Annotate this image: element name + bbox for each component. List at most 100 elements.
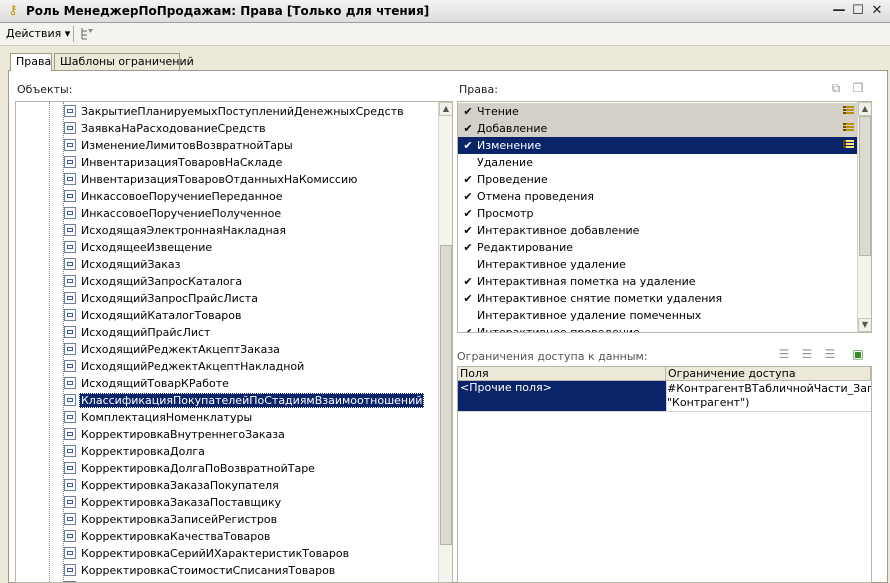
right-item[interactable]: ✔ Изменение: [458, 137, 858, 154]
tree-item[interactable]: КорректировкаСтоимостиСписанияТоваров: [16, 562, 436, 579]
tree-item[interactable]: КорректировкаЗаказаПоставщику: [16, 494, 436, 511]
restriction-cell-line2[interactable]: "Контрагент"): [667, 396, 749, 410]
column-header-fields[interactable]: Поля: [458, 367, 666, 381]
checkbox-checked[interactable]: ✔: [462, 103, 474, 120]
right-item[interactable]: ✔ Интерактивное снятие пометки удаления: [458, 290, 858, 307]
checkbox-checked[interactable]: ✔: [462, 273, 474, 290]
right-item[interactable]: ✔ Редактирование: [458, 239, 858, 256]
tree-item[interactable]: КлассификацияПокупателейПоСтадиямВзаимоо…: [16, 392, 436, 409]
checkbox-checked[interactable]: ✔: [462, 188, 474, 205]
tree-item[interactable]: ИсходящаяЭлектроннаяНакладная: [16, 222, 436, 239]
tree-item[interactable]: ИсходящийЗаказ: [16, 256, 436, 273]
scroll-up-button[interactable]: ▲: [439, 102, 452, 116]
tree-item[interactable]: КорректировкаКачестваТоваров: [16, 528, 436, 545]
right-item[interactable]: ✔ Интерактивное добавление: [458, 222, 858, 239]
rights-list[interactable]: ✔ Чтение ✔ Добавление ✔ Изменение Удаление ✔ Про…: [457, 101, 872, 333]
right-item[interactable]: ✔ Просмотр: [458, 205, 858, 222]
actions-menu[interactable]: Действия ▾: [6, 26, 70, 42]
tree-item[interactable]: КомплектацияНоменклатуры: [16, 409, 436, 426]
tree-item[interactable]: ЗаявкаНаРасходованиеСредств: [16, 120, 436, 137]
right-item-label: Удаление: [477, 156, 533, 169]
tree-item[interactable]: ИсходящийКаталогТоваров: [16, 307, 436, 324]
add-row-icon[interactable]: ☰: [776, 346, 792, 362]
objects-scrollbar[interactable]: ▲: [438, 102, 452, 582]
tree-item[interactable]: ИсходящийРеджектАкцептЗаказа: [16, 341, 436, 358]
minimize-button[interactable]: —: [831, 3, 847, 19]
checkbox-checked[interactable]: ✔: [462, 205, 474, 222]
tree-item[interactable]: КорректировкаЗаписейРегистров: [16, 511, 436, 528]
field-cell[interactable]: <Прочие поля>: [458, 381, 666, 411]
document-icon: [64, 105, 76, 117]
tree-item-label: КорректировкаСтоимостиСписанияТоваров: [81, 564, 336, 577]
rights-scrollbar[interactable]: ▲ ▼: [857, 102, 871, 332]
tree-item[interactable]: ИнвентаризацияТоваровОтданныхНаКомиссию: [16, 171, 436, 188]
right-item[interactable]: Интерактивное удаление помеченных: [458, 307, 858, 324]
tree-item[interactable]: ИсходящееИзвещение: [16, 239, 436, 256]
tab-restriction-templates[interactable]: Шаблоны ограничений: [54, 53, 194, 70]
right-item[interactable]: ✔ Чтение: [458, 103, 858, 120]
right-item-label: Добавление: [477, 122, 548, 135]
restriction-list-icon[interactable]: [843, 140, 854, 150]
document-icon: [64, 241, 76, 253]
close-button[interactable]: ✕: [869, 3, 885, 19]
scroll-thumb[interactable]: [859, 116, 871, 256]
edit-icon[interactable]: ▣: [850, 346, 866, 362]
right-item[interactable]: Удаление: [458, 154, 858, 171]
paste-rights-icon[interactable]: ❐: [850, 80, 866, 96]
tree-item[interactable]: ИзменениеЛимитовВозвратнойТары: [16, 137, 436, 154]
right-item-label: Чтение: [477, 105, 519, 118]
checkbox-checked[interactable]: ✔: [462, 290, 474, 307]
tree-item-label: ИсходящийРеджектАкцептНакладной: [81, 360, 305, 373]
right-item[interactable]: ✔ Проведение: [458, 171, 858, 188]
delete-row-icon[interactable]: ☰: [822, 346, 838, 362]
restriction-list-icon[interactable]: [843, 123, 854, 133]
checkbox-checked[interactable]: ✔: [462, 137, 474, 154]
checkbox-checked[interactable]: ✔: [462, 120, 474, 137]
right-item-label: Проведение: [477, 173, 548, 186]
right-item[interactable]: ✔ Интерактивная пометка на удаление: [458, 273, 858, 290]
tree-item[interactable]: ИнкассовоеПоручениеПолученное: [16, 205, 436, 222]
tree-item-label: ИсходящийЗапросПрайсЛиста: [81, 292, 258, 305]
tree-item[interactable]: КорректировкаДолга: [16, 443, 436, 460]
right-item[interactable]: ✔ Добавление: [458, 120, 858, 137]
right-item[interactable]: ✔ Интерактивное проведение: [458, 324, 858, 332]
menu-bar: Действия ▾: [0, 23, 890, 46]
maximize-button[interactable]: ☐: [850, 3, 866, 19]
tree-item-label: КорректировкаДолгаПоВозвратнойТаре: [81, 462, 315, 475]
right-item[interactable]: ✔ Отмена проведения: [458, 188, 858, 205]
scroll-up-button[interactable]: ▲: [858, 102, 871, 116]
tree-item[interactable]: ИнкассовоеПоручениеПереданное: [16, 188, 436, 205]
tree-item[interactable]: ИнвентаризацияТоваровНаСкладе: [16, 154, 436, 171]
tree-item[interactable]: КорректировкаСерийИХарактеристикТоваров: [16, 545, 436, 562]
tree-item-label: КомплектацияНоменклатуры: [81, 411, 253, 424]
right-item[interactable]: Интерактивное удаление: [458, 256, 858, 273]
tree-item-label: КорректировкаЗаписейРегистров: [81, 513, 278, 526]
tree-item[interactable]: КорректировкаДолгаПоВозвратнойТаре: [16, 460, 436, 477]
tree-item[interactable]: ИсходящийПрайсЛист: [16, 324, 436, 341]
tree-item[interactable]: КорректировкаВнутреннегоЗаказа: [16, 426, 436, 443]
checkbox-checked[interactable]: ✔: [462, 222, 474, 239]
tree-item-label: КорректировкаДолга: [81, 445, 205, 458]
copy-rights-icon[interactable]: ⧉: [828, 80, 844, 96]
tree-item[interactable]: ИсходящийТоварКРаботе: [16, 375, 436, 392]
checkbox-checked[interactable]: ✔: [462, 239, 474, 256]
table-row[interactable]: <Прочие поля> #КонтрагентВТабличнойЧасти…: [458, 381, 871, 411]
tree-item[interactable]: ЗакрытиеПланируемыхПоступленийДенежныхСр…: [16, 103, 436, 120]
column-header-restriction[interactable]: Ограничение доступа: [666, 367, 871, 381]
scroll-thumb[interactable]: [440, 245, 452, 545]
scroll-down-button[interactable]: ▼: [858, 318, 871, 332]
restriction-list-icon[interactable]: [843, 106, 854, 116]
objects-tree[interactable]: ЗакрытиеПланируемыхПоступленийДенежныхСр…: [15, 101, 453, 583]
tree-item[interactable]: ИсходящийРеджектАкцептНакладной: [16, 358, 436, 375]
tree-item[interactable]: ОбработкаНаПечатьНо...: [16, 579, 436, 582]
restriction-cell-line1[interactable]: #КонтрагентВТабличнойЧасти_Запис...: [667, 382, 871, 396]
tab-rights[interactable]: Права: [10, 53, 52, 71]
tree-filter-icon[interactable]: [80, 27, 94, 41]
tree-item[interactable]: КорректировкаЗаказаПокупателя: [16, 477, 436, 494]
copy-row-icon[interactable]: ☰: [799, 346, 815, 362]
checkbox-checked[interactable]: ✔: [462, 171, 474, 188]
tree-item[interactable]: ИсходящийЗапросПрайсЛиста: [16, 290, 436, 307]
tree-item[interactable]: ИсходящийЗапросКаталога: [16, 273, 436, 290]
restrictions-table[interactable]: Поля Ограничение доступа <Прочие поля> #…: [457, 366, 872, 583]
checkbox-checked[interactable]: ✔: [462, 324, 474, 332]
